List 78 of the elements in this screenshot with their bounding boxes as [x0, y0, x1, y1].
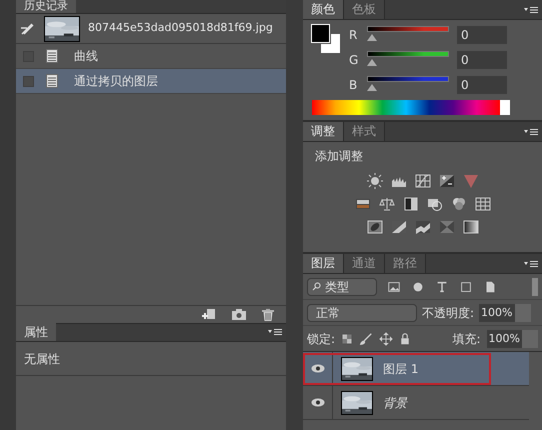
panel-tab[interactable]: 属性 — [16, 323, 56, 341]
slider-track[interactable] — [367, 51, 449, 69]
exposure-icon[interactable] — [438, 173, 454, 189]
new-document-icon[interactable] — [202, 308, 216, 320]
panel-heading: 添加调整 — [314, 148, 364, 165]
channel-label: B — [349, 77, 358, 94]
fill-field[interactable]: 100% — [486, 330, 538, 348]
slider-track[interactable] — [367, 76, 449, 94]
blend-mode-dropdown[interactable]: 正常 — [307, 304, 417, 322]
snapshot-name: 807445e53dad095018d81f69.jpg — [88, 20, 273, 36]
properties-message: 无属性 — [24, 350, 60, 368]
menu-icon[interactable] — [268, 328, 282, 336]
slider-thumb[interactable] — [367, 34, 377, 41]
history-step[interactable]: 通过拷贝的图层 — [16, 69, 286, 94]
panel-tab[interactable]: 路径 — [385, 254, 426, 273]
trash-icon[interactable] — [262, 308, 274, 320]
half-square-icon[interactable] — [402, 196, 418, 212]
lock-label: 锁定: — [307, 330, 336, 348]
document-icon — [46, 49, 58, 63]
layer-row[interactable]: 图层 1 — [303, 352, 529, 386]
background-swatch[interactable] — [321, 34, 340, 53]
opacity-field[interactable]: 100% — [479, 304, 530, 322]
selective-color-icon[interactable] — [438, 219, 454, 235]
slider-thumb[interactable] — [367, 59, 377, 66]
circle-icon[interactable] — [411, 280, 425, 294]
move-icon[interactable] — [379, 332, 394, 346]
channel-label: G — [349, 52, 359, 69]
panel-tab[interactable]: 图层 — [303, 254, 344, 273]
value-field[interactable]: 0 — [457, 76, 507, 94]
brush-icon[interactable] — [359, 332, 374, 346]
camera-icon[interactable] — [232, 309, 246, 320]
slider-thumb[interactable] — [367, 84, 377, 91]
menu-icon[interactable] — [524, 260, 538, 268]
image-icon[interactable] — [387, 280, 401, 294]
panel-tab[interactable]: 色板 — [344, 0, 385, 19]
bounding-box-icon[interactable] — [459, 280, 473, 294]
panel-tab[interactable]: 历史记录 — [16, 0, 76, 13]
invert-icon[interactable] — [366, 219, 382, 235]
brightness-icon[interactable] — [366, 173, 382, 189]
gradient-map-icon[interactable] — [354, 196, 370, 212]
panel-tab[interactable]: 通道 — [344, 254, 385, 273]
layer-name: 图层 1 — [383, 360, 418, 378]
gradient-icon[interactable] — [462, 219, 478, 235]
menu-icon[interactable] — [524, 6, 538, 14]
foreground-swatch[interactable] — [311, 24, 330, 43]
slider-track[interactable] — [367, 26, 449, 44]
step-label: 曲线 — [74, 48, 98, 65]
eye-icon[interactable] — [310, 364, 324, 373]
checkerboard-icon[interactable] — [341, 332, 354, 344]
grid-icon[interactable] — [474, 196, 490, 212]
filter-toggle[interactable] — [532, 278, 538, 296]
layer-row[interactable]: 背景 — [303, 386, 529, 420]
camera-filter-icon[interactable] — [426, 196, 442, 212]
curve-icon[interactable] — [414, 173, 430, 189]
value-field[interactable]: 0 — [457, 51, 507, 69]
posterize-icon[interactable] — [390, 219, 406, 235]
fill-label: 填充: — [452, 330, 481, 348]
value-field[interactable]: 0 — [457, 26, 507, 44]
type-icon[interactable] — [435, 280, 449, 294]
panel-tab[interactable]: 样式 — [344, 122, 385, 141]
layer-name: 背景 — [383, 394, 407, 412]
channel-label: R — [349, 27, 358, 44]
threshold-icon[interactable] — [414, 219, 430, 235]
circles-icon[interactable] — [450, 196, 466, 212]
step-label: 通过拷贝的图层 — [74, 73, 158, 90]
brush-icon[interactable] — [20, 22, 36, 36]
balance-scale-icon[interactable] — [378, 196, 394, 212]
color-spectrum[interactable] — [312, 100, 510, 115]
search-icon — [312, 282, 321, 291]
checkbox[interactable] — [23, 76, 34, 86]
panel-tab[interactable]: 调整 — [303, 122, 344, 141]
opacity-label: 不透明度: — [422, 304, 474, 322]
menu-icon[interactable] — [524, 128, 538, 136]
filter-dropdown[interactable]: 类型 — [307, 278, 377, 296]
eye-icon[interactable] — [310, 398, 324, 407]
lock-icon[interactable] — [399, 332, 412, 346]
document-icon — [46, 74, 58, 88]
panel-tab[interactable]: 颜色 — [303, 0, 344, 19]
